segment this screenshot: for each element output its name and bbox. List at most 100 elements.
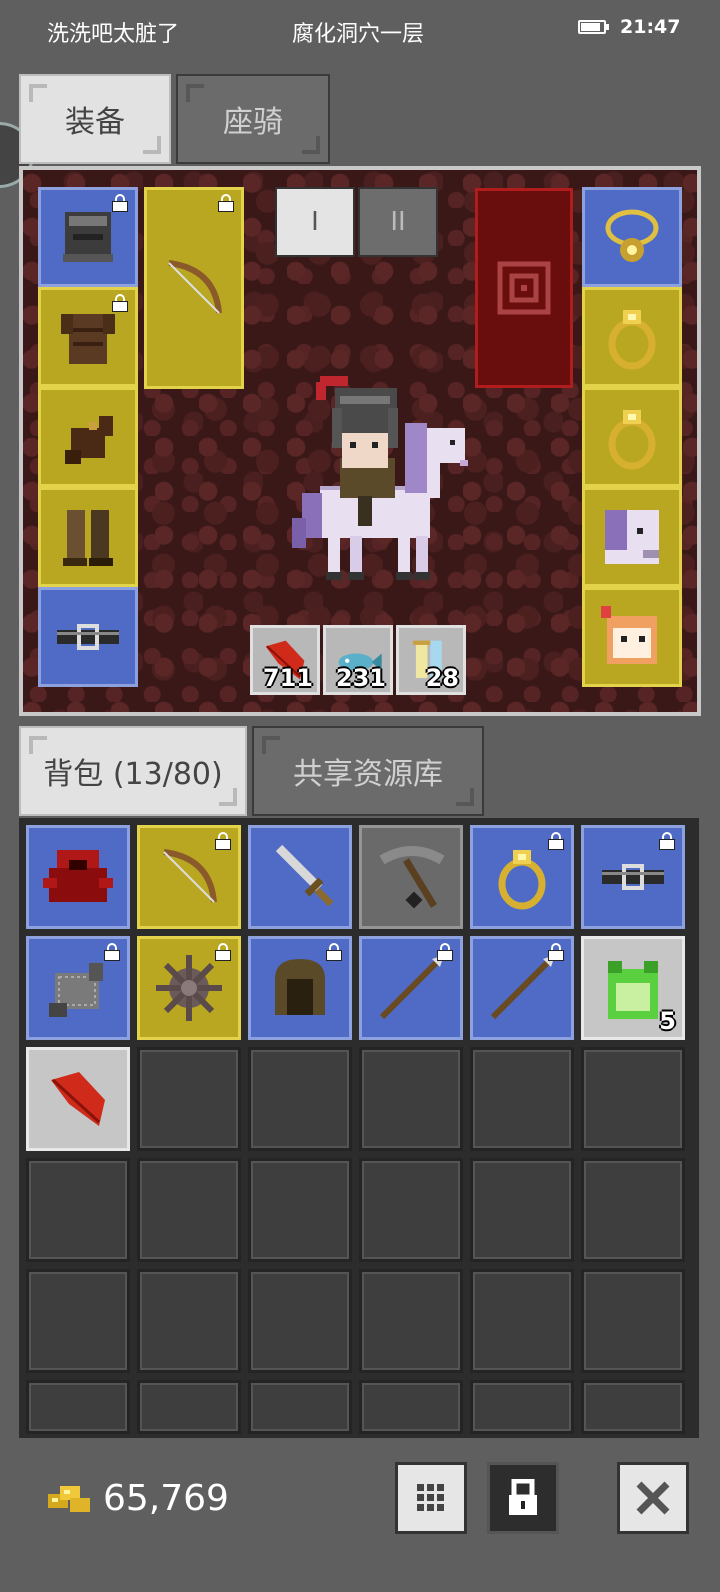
backpack-empty-slot[interactable] [359,1380,463,1434]
boots-icon [63,510,113,566]
backpack-item[interactable] [581,825,685,929]
backpack-empty-slot[interactable] [26,1269,130,1373]
equip-slot-right[interactable] [582,187,682,287]
lock-mode-button[interactable] [487,1462,559,1534]
backpack-empty-slot[interactable] [359,1269,463,1373]
item-count: 231 [335,664,386,692]
red-cloak-icon [43,850,113,902]
close-icon [636,1481,670,1515]
backpack-empty-slot[interactable] [581,1047,685,1151]
ring-icon [608,410,656,470]
backpack-item[interactable] [470,936,574,1040]
backpack-empty-slot[interactable] [248,1158,352,1262]
lock-icon [547,943,565,961]
equip-slot-left[interactable] [38,387,138,487]
equip-slot-left[interactable] [38,587,138,687]
status-bar: 洗洗吧太脏了 腐化洞穴一层 21:47 [0,0,720,60]
tab-equipment[interactable]: 装备 [19,74,171,164]
lock-icon [111,194,129,212]
lock-icon [547,832,565,850]
item-count: 711 [262,664,313,692]
bow-icon [168,260,222,314]
equip-slot-weapon[interactable] [144,187,244,389]
sword-icon [275,844,334,907]
equip-slot-right[interactable] [582,387,682,487]
backpack-empty-slot[interactable] [581,1158,685,1262]
backpack-item[interactable] [359,825,463,929]
backpack-item[interactable] [359,936,463,1040]
pet-portrait-icon [601,606,657,664]
lock-icon [214,832,232,850]
backpack-item[interactable] [137,936,241,1040]
backpack-item[interactable] [26,936,130,1040]
backpack-empty-slot[interactable] [470,1047,574,1151]
backpack-empty-slot[interactable] [248,1380,352,1434]
equip-slot-right[interactable] [582,287,682,387]
banner-slot[interactable] [475,188,573,388]
backpack-empty-slot[interactable] [248,1269,352,1373]
equip-slot-right[interactable] [582,587,682,687]
tab-label: 装备 [65,105,125,140]
backpack-empty-slot[interactable] [137,1158,241,1262]
amulet-icon [605,209,659,262]
equip-slot-left[interactable] [38,487,138,587]
backpack-empty-slot[interactable] [470,1380,574,1434]
backpack-empty-slot[interactable] [359,1158,463,1262]
backpack-empty-slot[interactable] [581,1380,685,1434]
red-feather-icon [51,1072,105,1126]
horse-portrait-icon [605,510,659,564]
item-count: 5 [659,1007,676,1035]
item-count: 28 [425,664,459,692]
equip-slot-right[interactable] [582,487,682,587]
pickaxe-icon [379,846,445,909]
battery-icon [578,20,609,34]
page-button-label: I [311,207,319,237]
consumable-slot[interactable]: 711 [250,625,320,695]
equip-slot-left[interactable] [38,287,138,387]
page-button-1[interactable]: I [275,187,355,257]
lock-icon [217,194,235,212]
backpack-empty-slot[interactable] [137,1380,241,1434]
gold-amount: 65,769 [103,1478,229,1519]
backpack-item[interactable] [26,1047,130,1151]
status-message: 洗洗吧太脏了 [47,22,180,47]
page-button-2[interactable]: II [358,187,438,257]
lock-icon [658,832,676,850]
backpack-item[interactable] [26,825,130,929]
backpack-empty-slot[interactable] [470,1158,574,1262]
backpack-item[interactable]: 5 [581,936,685,1040]
lock-icon [103,943,121,961]
backpack-item[interactable] [248,825,352,929]
consumable-slot[interactable]: 28 [396,625,466,695]
backpack-empty-slot[interactable] [470,1269,574,1373]
close-button[interactable] [617,1462,689,1534]
player-character-on-horse[interactable] [280,368,480,588]
page-button-label: II [390,207,406,237]
tab-mount[interactable]: 座骑 [176,74,330,164]
status-indicators: 21:47 [578,16,680,38]
consumable-slot[interactable]: 231 [323,625,393,695]
tab-label: 座骑 [223,105,283,140]
clock: 21:47 [620,16,681,38]
equip-slot-left[interactable] [38,187,138,287]
backpack-item[interactable] [137,825,241,929]
tab-label: 背包 (13/80) [43,757,223,792]
backpack-empty-slot[interactable] [248,1047,352,1151]
backpack-item[interactable] [470,825,574,929]
tab-shared-storage[interactable]: 共享资源库 [252,726,484,816]
backpack-empty-slot[interactable] [137,1047,241,1151]
backpack-empty-slot[interactable] [581,1269,685,1373]
backpack-empty-slot[interactable] [26,1380,130,1434]
ring-icon [608,310,656,370]
belt-icon [57,624,119,650]
backpack-empty-slot[interactable] [359,1047,463,1151]
backpack-empty-slot[interactable] [137,1269,241,1373]
grid-sort-button[interactable] [395,1462,467,1534]
spiral-emblem-icon [497,261,551,315]
location-name: 腐化洞穴一层 [292,22,425,47]
backpack-empty-slot[interactable] [26,1158,130,1262]
lock-icon [509,1479,537,1515]
lock-icon [214,943,232,961]
tab-backpack[interactable]: 背包 (13/80) [19,726,247,816]
backpack-item[interactable] [248,936,352,1040]
